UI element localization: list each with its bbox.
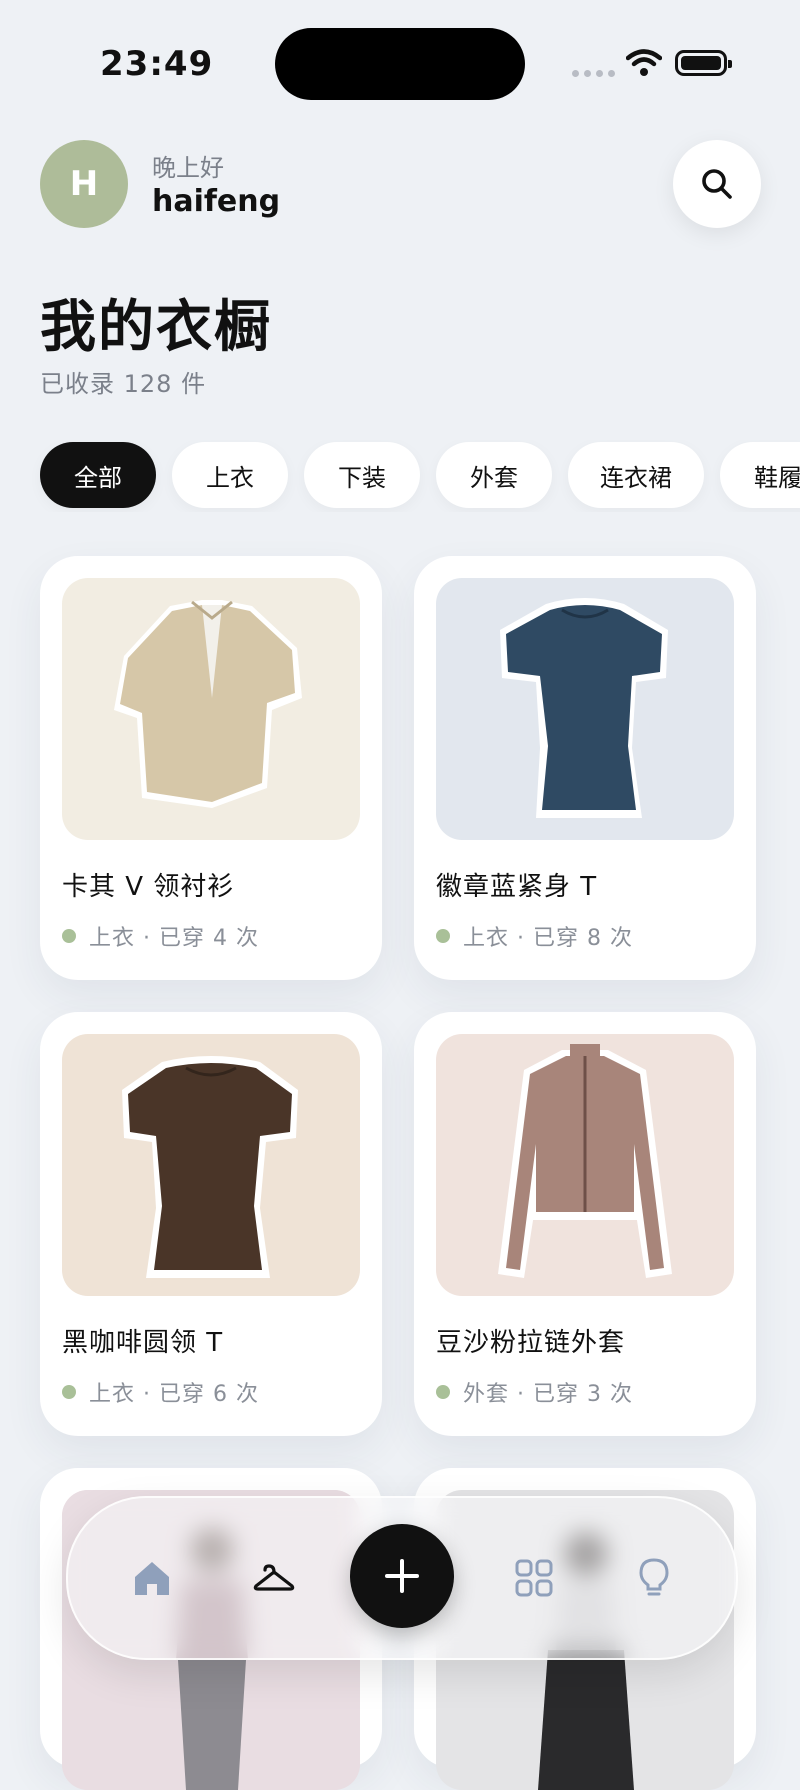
bottom-nav [66, 1496, 738, 1660]
filter-chip-shoes[interactable]: 鞋履 [720, 442, 800, 508]
add-item-button[interactable] [350, 1524, 454, 1628]
status-dot [62, 1385, 76, 1399]
clock: 23:49 [100, 44, 214, 84]
jacket-icon [436, 1034, 734, 1296]
clothing-meta-text: 上衣 · 已穿 6 次 [89, 1382, 259, 1407]
clothing-name: 豆沙粉拉链外套 [436, 1328, 626, 1358]
filter-chip-outerwear[interactable]: 外套 [436, 442, 552, 508]
nav-outfits[interactable] [508, 1552, 560, 1604]
filter-chip-all[interactable]: 全部 [40, 442, 156, 508]
status-dot [436, 929, 450, 943]
greeting-text: 晚上好 [152, 154, 224, 182]
nav-inspiration[interactable] [628, 1552, 680, 1604]
clothing-meta: 上衣 · 已穿 6 次 [62, 1376, 259, 1408]
nav-wardrobe[interactable] [248, 1552, 300, 1604]
filter-chip-bottoms[interactable]: 下装 [304, 442, 420, 508]
status-dot [62, 929, 76, 943]
clothing-meta: 上衣 · 已穿 8 次 [436, 920, 633, 952]
clothing-meta-text: 外套 · 已穿 3 次 [463, 1382, 633, 1407]
hanger-icon [253, 1564, 295, 1591]
clothing-meta-text: 上衣 · 已穿 4 次 [89, 926, 259, 951]
clothing-photo [62, 578, 360, 840]
page-title: 我的衣橱 [40, 295, 272, 360]
search-icon [702, 169, 732, 199]
avatar[interactable]: H [40, 140, 128, 228]
filter-chip-tops[interactable]: 上衣 [172, 442, 288, 508]
clothing-name: 徽章蓝紧身 T [436, 872, 598, 902]
lightbulb-icon [639, 1558, 669, 1596]
tshirt-icon [62, 1034, 360, 1296]
clothing-meta-text: 上衣 · 已穿 8 次 [463, 926, 633, 951]
battery-icon [675, 50, 732, 76]
clothing-photo [436, 1034, 734, 1296]
clothing-card[interactable]: 黑咖啡圆领 T 上衣 · 已穿 6 次 [40, 1012, 382, 1436]
clothing-meta: 上衣 · 已穿 4 次 [62, 920, 259, 952]
clothing-card[interactable]: 徽章蓝紧身 T 上衣 · 已穿 8 次 [414, 556, 756, 980]
category-filter-bar: 全部 上衣 下装 外套 连衣裙 鞋履 [0, 440, 800, 512]
cellular-signal-icon [572, 70, 615, 77]
clothing-meta: 外套 · 已穿 3 次 [436, 1376, 633, 1408]
clothing-card[interactable]: 卡其 V 领衬衫 上衣 · 已穿 4 次 [40, 556, 382, 980]
filter-chip-dresses[interactable]: 连衣裙 [568, 442, 704, 508]
plus-icon [385, 1559, 419, 1593]
clothing-photo [62, 1034, 360, 1296]
clothing-name: 黑咖啡圆领 T [62, 1328, 224, 1358]
search-button[interactable] [673, 140, 761, 228]
item-count: 已收录 128 件 [40, 370, 207, 398]
grid-icon [515, 1559, 553, 1597]
username: haifeng [152, 184, 281, 219]
clothing-photo [436, 578, 734, 840]
wifi-icon [626, 49, 662, 76]
nav-home[interactable] [126, 1552, 178, 1604]
dynamic-island [275, 28, 525, 100]
clothing-name: 卡其 V 领衬衫 [62, 872, 235, 902]
home-icon [135, 1562, 169, 1595]
shirt-icon [62, 578, 360, 840]
clothing-card[interactable]: 豆沙粉拉链外套 外套 · 已穿 3 次 [414, 1012, 756, 1436]
tshirt-icon [436, 578, 734, 840]
status-dot [436, 1385, 450, 1399]
status-bar: 23:49 [0, 0, 800, 120]
